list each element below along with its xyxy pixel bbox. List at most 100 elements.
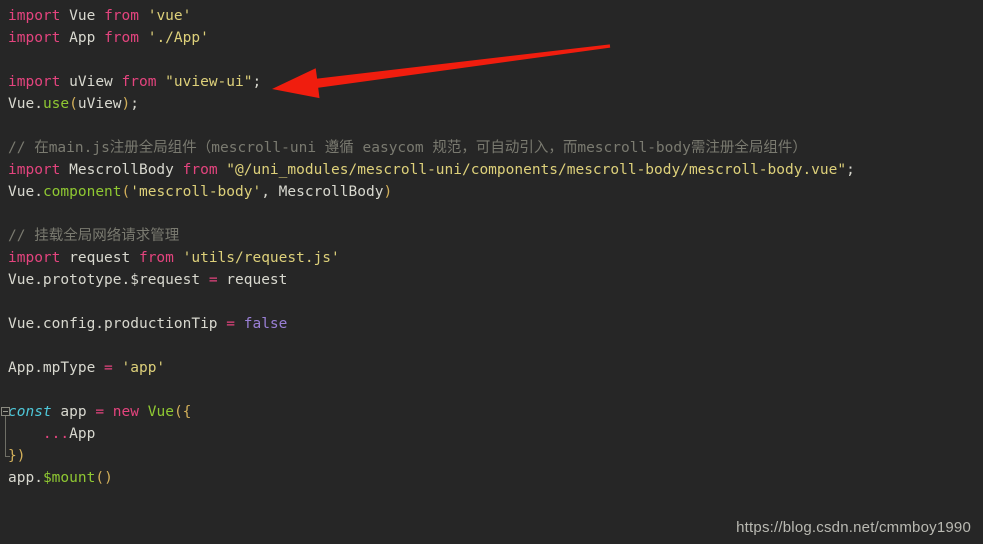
code-token: =	[95, 404, 105, 420]
code-token: MescrollBody	[69, 162, 174, 178]
code-line[interactable]	[0, 291, 983, 313]
code-token: =	[226, 316, 235, 332]
code-token: )	[16, 448, 26, 464]
code-content-area[interactable]: import Vue from 'vue' import App from './…	[0, 0, 983, 500]
code-token: 'app'	[121, 360, 166, 376]
code-token: .prototype.	[34, 272, 131, 288]
code-token: false	[243, 316, 288, 332]
code-token: from	[138, 250, 174, 266]
code-token: './App'	[147, 30, 209, 46]
code-line[interactable]: app.$mount()	[0, 467, 983, 489]
code-line[interactable]: App.mpType = 'app'	[0, 357, 983, 379]
code-token: App	[8, 360, 35, 376]
code-token: (	[69, 96, 78, 112]
code-token: 'utils/request.js'	[182, 250, 340, 266]
code-token: (	[95, 470, 105, 486]
code-line[interactable]: Vue.config.productionTip = false	[0, 313, 983, 335]
code-token: ;	[846, 162, 855, 178]
code-token: 'mescroll-body'	[130, 184, 262, 200]
code-token: $request	[130, 272, 201, 288]
code-token: App	[69, 426, 96, 442]
code-token: Vue	[69, 8, 96, 24]
code-token: .	[34, 184, 43, 200]
code-line[interactable]: const app = new Vue({	[0, 401, 983, 423]
code-token: =	[208, 272, 218, 288]
code-line[interactable]: Vue.prototype.$request = request	[0, 269, 983, 291]
code-token: Vue	[8, 184, 35, 200]
code-token: Vue	[147, 404, 174, 420]
code-token: app	[8, 470, 35, 486]
code-line[interactable]: })	[0, 445, 983, 467]
code-token: }	[8, 448, 17, 464]
code-token: (	[121, 184, 131, 200]
code-token: // 挂载全局网络请求管理	[8, 228, 180, 244]
code-token: import	[8, 74, 61, 90]
code-token: from	[104, 8, 139, 24]
code-token: Vue	[8, 316, 35, 332]
code-token: Vue	[8, 96, 35, 112]
code-line[interactable]: import Vue from 'vue'	[0, 5, 983, 27]
code-token: )	[104, 470, 113, 486]
code-token: uView	[69, 74, 113, 90]
code-line[interactable]	[0, 115, 983, 137]
code-token: request	[69, 250, 131, 266]
code-token: from	[182, 162, 218, 178]
code-token: (	[173, 404, 183, 420]
code-line[interactable]: // 挂载全局网络请求管理	[0, 225, 983, 247]
code-token: ,	[261, 184, 279, 200]
code-line[interactable]: import MescrollBody from "@/uni_modules/…	[0, 159, 983, 181]
code-token: component	[42, 184, 122, 200]
code-token: import	[8, 8, 61, 24]
code-token: ;	[252, 74, 262, 90]
code-line[interactable]: import request from 'utils/request.js'	[0, 247, 983, 269]
code-line[interactable]: ...App	[0, 423, 983, 445]
code-token: $mount	[42, 470, 96, 486]
code-token: 'vue'	[147, 8, 192, 24]
code-line[interactable]: Vue.use(uView);	[0, 93, 983, 115]
code-token: from	[104, 30, 139, 46]
code-token: "@/uni_modules/mescroll-uni/components/m…	[226, 162, 847, 178]
code-editor-window: import Vue from 'vue' import App from './…	[0, 0, 983, 544]
code-line[interactable]: // 在main.js注册全局组件（mescroll-uni 遵循 easyco…	[0, 137, 983, 159]
code-token: from	[121, 74, 157, 90]
code-lines[interactable]: import Vue from 'vue' import App from './…	[0, 0, 983, 489]
code-token: new	[112, 404, 139, 420]
code-line[interactable]	[0, 203, 983, 225]
code-token: )	[121, 96, 131, 112]
code-line[interactable]: import uView from "uview-ui";	[0, 71, 983, 93]
code-token: .	[34, 96, 43, 112]
code-line[interactable]: import App from './App'	[0, 27, 983, 49]
code-token: ;	[130, 96, 139, 112]
code-token: App	[69, 30, 96, 46]
code-token: .config.productionTip	[34, 316, 218, 332]
code-token: const	[8, 404, 52, 420]
code-token: // 在main.js注册全局组件（mescroll-uni 遵循 easyco…	[8, 140, 807, 156]
code-line[interactable]	[0, 379, 983, 401]
code-line[interactable]	[0, 335, 983, 357]
code-token: "uview-ui"	[165, 74, 253, 90]
code-token: import	[8, 30, 61, 46]
code-token: =	[104, 360, 113, 376]
code-token: {	[182, 404, 192, 420]
code-line[interactable]: Vue.component('mescroll-body', MescrollB…	[0, 181, 983, 203]
watermark-url: https://blog.csdn.net/cmmboy1990	[736, 519, 971, 536]
code-line[interactable]	[0, 49, 983, 71]
